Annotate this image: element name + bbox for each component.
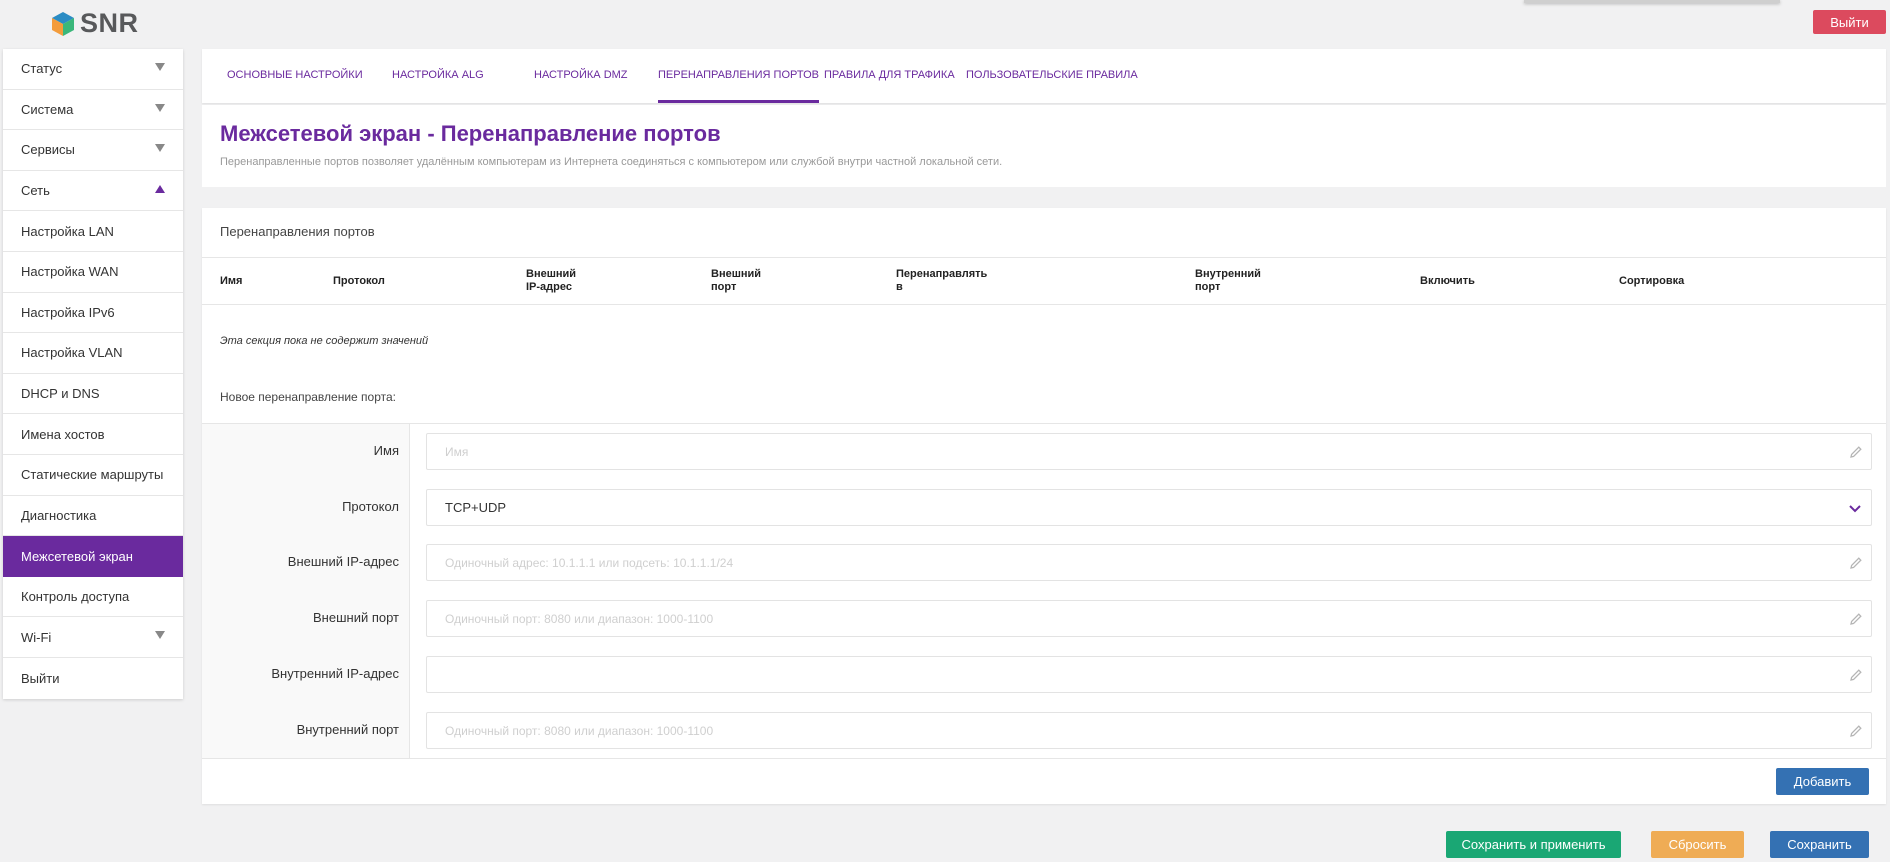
protocol-selected-value: TCP+UDP	[445, 500, 507, 515]
sidebar-item-label: Настройка WAN	[21, 264, 119, 280]
chevron-down-icon	[1849, 505, 1861, 513]
tab-alg-settings[interactable]: НАСТРОЙКА ALG	[392, 49, 484, 103]
caret-up-icon	[155, 184, 165, 193]
sidebar-item-logout[interactable]: Выйти	[3, 658, 183, 699]
caret-down-icon	[155, 63, 165, 71]
sidebar-item-static-routes[interactable]: Статические маршруты	[3, 455, 183, 496]
pencil-icon	[1850, 669, 1862, 681]
page-title: Межсетевой экран - Перенаправление порто…	[220, 121, 721, 146]
sidebar-item-services[interactable]: Сервисы	[3, 130, 183, 171]
add-button[interactable]: Добавить	[1776, 768, 1869, 795]
sidebar-item-diagnostics[interactable]: Диагностика	[3, 496, 183, 537]
internal-ip-label: Внутренний IP-адрес	[271, 666, 399, 681]
sidebar-item-label: Статус	[21, 61, 63, 77]
pencil-icon	[1850, 613, 1862, 625]
port-forwarding-section: Перенаправления портов Имя Протокол Внеш…	[202, 208, 1886, 804]
sidebar-item-wan[interactable]: Настройка WAN	[3, 252, 183, 293]
section-title: Перенаправления портов	[220, 224, 375, 239]
sidebar-item-hostnames[interactable]: Имена хостов	[3, 414, 183, 455]
protocol-label: Протокол	[342, 499, 399, 514]
sidebar-item-network[interactable]: Сеть	[3, 171, 183, 212]
tab-basic-settings[interactable]: ОСНОВНЫЕ НАСТРОЙКИ	[227, 49, 363, 103]
sidebar-item-label: Имена хостов	[21, 426, 105, 442]
internal-ip-field[interactable]	[426, 656, 1872, 693]
sidebar-item-label: Wi-Fi	[21, 629, 52, 645]
logo-cube-icon	[52, 11, 74, 36]
save-button[interactable]: Сохранить	[1770, 831, 1869, 858]
column-header: Внешний IP-адрес	[526, 268, 577, 293]
sidebar-item-label: Статические маршруты	[21, 467, 164, 483]
pencil-icon	[1850, 725, 1862, 737]
name-input[interactable]	[427, 434, 1871, 469]
internal-port-input[interactable]	[427, 713, 1871, 748]
caret-down-icon	[155, 631, 165, 640]
sidebar-item-label: Диагностика	[21, 507, 97, 523]
logo: SNR	[50, 8, 139, 39]
column-header: Протокол	[333, 275, 385, 287]
column-header: Имя	[220, 275, 243, 287]
pencil-icon	[1850, 446, 1862, 458]
empty-table-message: Эта секция пока не содержит значений	[220, 335, 429, 347]
sidebar-item-label: Выйти	[21, 670, 60, 686]
logo-text: SNR	[80, 8, 139, 38]
save-and-apply-button[interactable]: Сохранить и применить	[1446, 831, 1621, 858]
sidebar-item-status[interactable]: Статус	[3, 49, 183, 90]
sidebar-item-label: Настройка LAN	[21, 223, 114, 239]
logout-button[interactable]: Выйти	[1813, 10, 1886, 34]
external-ip-input[interactable]	[427, 545, 1871, 580]
internal-port-field[interactable]	[426, 712, 1872, 749]
sidebar-item-dhcp-dns[interactable]: DHCP и DNS	[3, 374, 183, 415]
sidebar-item-label: Сервисы	[21, 142, 75, 158]
external-ip-field[interactable]	[426, 544, 1872, 581]
sidebar-item-label: Система	[21, 101, 74, 117]
sidebar-item-vlan[interactable]: Настройка VLAN	[3, 333, 183, 374]
protocol-select[interactable]: TCP+UDP	[426, 489, 1872, 526]
reset-button[interactable]: Сбросить	[1651, 831, 1744, 858]
page-description: Перенаправленные портов позволяет удалён…	[220, 156, 1003, 168]
caret-down-icon	[155, 103, 165, 112]
pencil-icon	[1850, 557, 1862, 569]
external-port-field[interactable]	[426, 600, 1872, 637]
page-header: Межсетевой экран - Перенаправление порто…	[202, 105, 1886, 187]
column-header: Включить	[1420, 275, 1475, 287]
sidebar-item-label: Контроль доступа	[21, 589, 130, 605]
form-label-column: Имя Протокол Внешний IP-адрес Внешний по…	[202, 424, 410, 758]
sidebar-item-label: Настройка VLAN	[21, 345, 123, 361]
new-rule-title: Новое перенаправление порта:	[220, 390, 396, 404]
sidebar-item-label: Межсетевой экран	[21, 548, 133, 564]
name-field[interactable]	[426, 433, 1872, 470]
sidebar-item-lan[interactable]: Настройка LAN	[3, 211, 183, 252]
sidebar-item-wifi[interactable]: Wi-Fi	[3, 617, 183, 658]
tab-port-forwarding[interactable]: ПЕРЕНАПРАВЛЕНИЯ ПОРТОВ	[658, 49, 819, 103]
column-header: Внутренний порт	[1195, 268, 1261, 293]
top-bar: SNR Выйти	[0, 0, 1890, 48]
tab-custom-rules[interactable]: ПОЛЬЗОВАТЕЛЬСКИЕ ПРАВИЛА	[966, 49, 1138, 103]
column-header: Сортировка	[1619, 275, 1685, 287]
internal-port-label: Внутренний порт	[296, 722, 399, 737]
name-label: Имя	[373, 443, 399, 458]
tab-bar: ОСНОВНЫЕ НАСТРОЙКИ НАСТРОЙКА ALG НАСТРОЙ…	[202, 49, 1886, 103]
top-progress-indicator	[1524, 0, 1780, 3]
column-header: Перенаправлять в	[896, 268, 988, 293]
sidebar-item-ipv6[interactable]: Настройка IPv6	[3, 293, 183, 334]
sidebar-item-access-control[interactable]: Контроль доступа	[3, 577, 183, 618]
column-header: Внешний порт	[711, 268, 762, 293]
sidebar: Статус Система Сервисы Сеть Настройка LA…	[3, 49, 183, 699]
sidebar-item-label: DHCP и DNS	[21, 386, 100, 402]
sidebar-item-label: Настройка IPv6	[21, 304, 115, 320]
external-port-label: Внешний порт	[313, 610, 399, 625]
external-port-input[interactable]	[427, 601, 1871, 636]
tab-dmz-settings[interactable]: НАСТРОЙКА DMZ	[534, 49, 628, 103]
sidebar-item-system[interactable]: Система	[3, 90, 183, 131]
new-rule-form: Имя Протокол Внешний IP-адрес Внешний по…	[202, 423, 1886, 759]
external-ip-label: Внешний IP-адрес	[287, 554, 399, 569]
internal-ip-input[interactable]	[427, 657, 1871, 692]
sidebar-item-label: Сеть	[21, 183, 50, 199]
table-header: Имя Протокол Внешний IP-адрес Внешний по…	[202, 257, 1886, 305]
sidebar-item-firewall[interactable]: Межсетевой экран	[3, 536, 183, 577]
tab-traffic-rules[interactable]: ПРАВИЛА ДЛЯ ТРАФИКА	[824, 49, 955, 103]
caret-down-icon	[155, 144, 165, 153]
